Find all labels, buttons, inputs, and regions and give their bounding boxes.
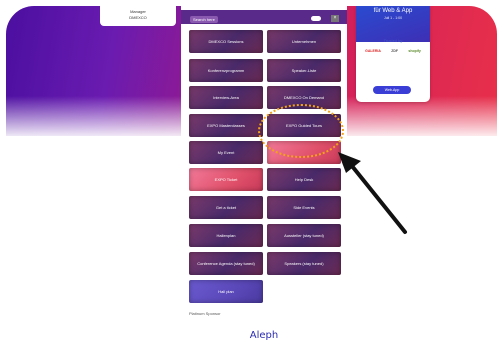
pointer-arrow-icon — [338, 152, 407, 234]
